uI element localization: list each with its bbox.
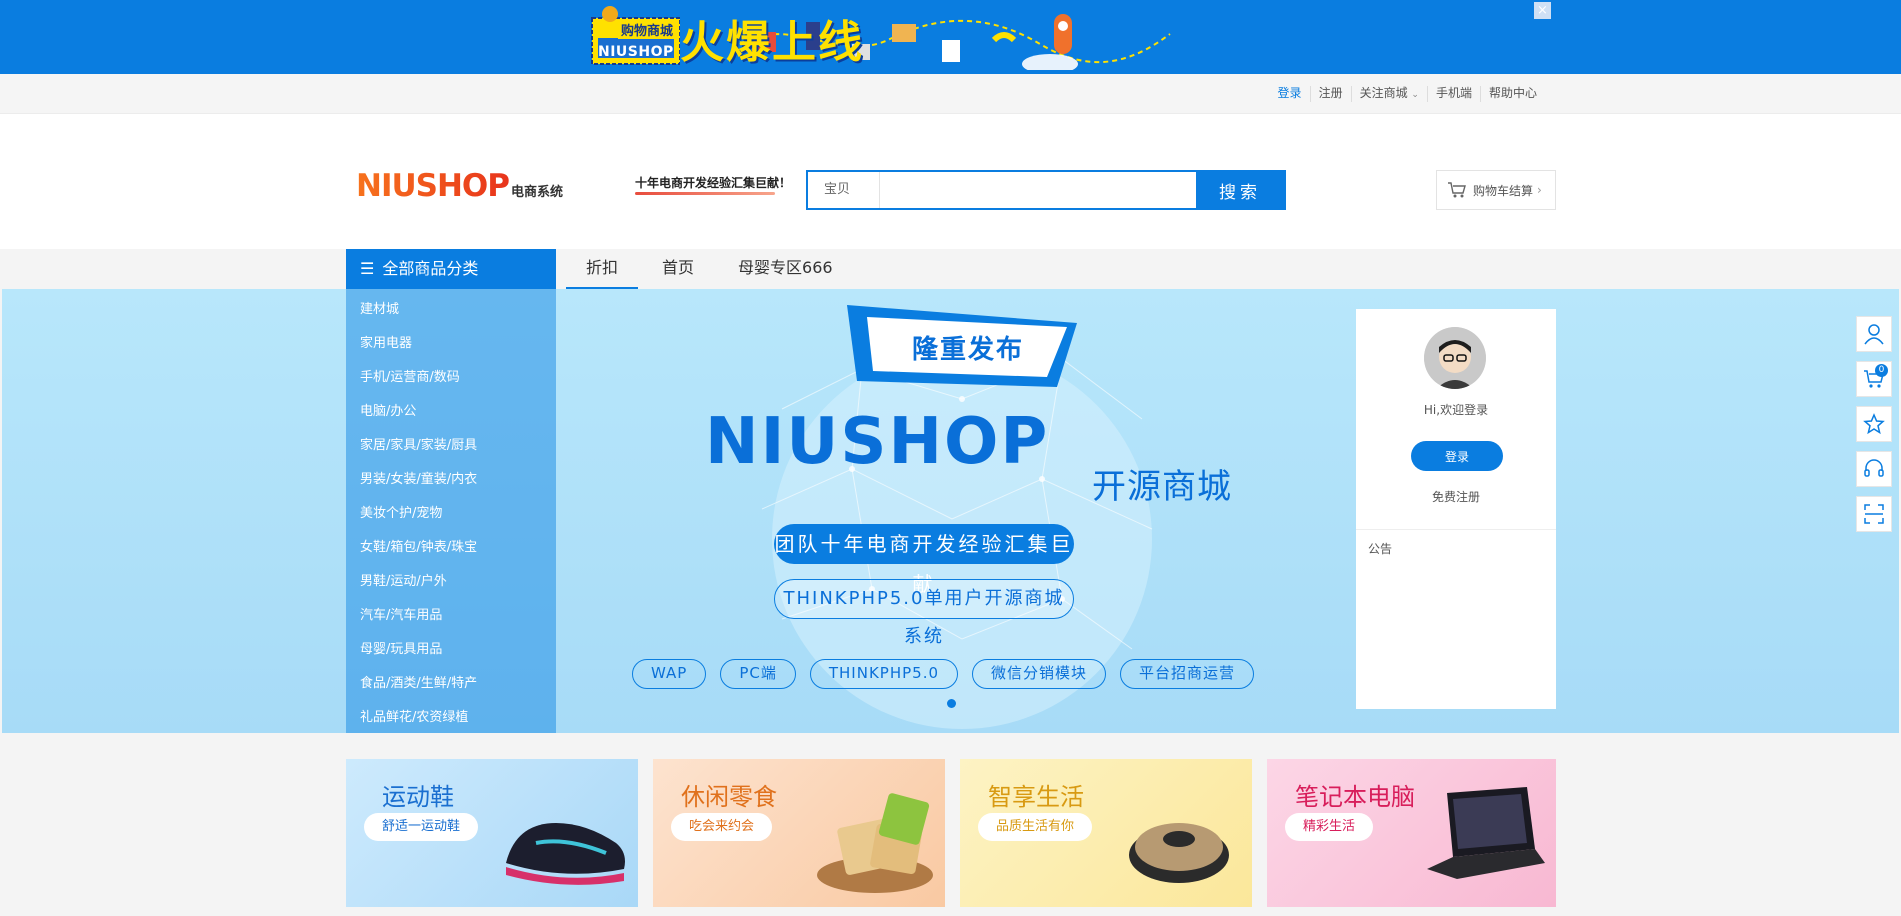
star-icon bbox=[1863, 413, 1885, 435]
promo-title: 休闲零食 bbox=[681, 783, 777, 811]
cart-count-badge: 0 bbox=[1875, 364, 1888, 377]
hero-chip: PC端 bbox=[720, 659, 796, 689]
header-slogan: 十年电商开发经验汇集巨献！ bbox=[635, 176, 792, 190]
user-avatar-icon bbox=[1424, 327, 1486, 389]
hero-tag-text: 隆重发布 bbox=[912, 335, 1025, 365]
promo-card-smart-life[interactable]: 智享生活 品质生活有你 bbox=[960, 759, 1252, 907]
top-promo-banner[interactable]: 购物商城 NIUSHOP 火爆上线 × bbox=[0, 0, 1901, 74]
nav-follow-label: 关注商城 bbox=[1359, 86, 1408, 100]
tab-home[interactable]: 首页 bbox=[642, 249, 714, 289]
main-nav-tabs: 折扣 首页 母婴专区666 bbox=[566, 249, 857, 289]
promo-banner-close-button[interactable]: × bbox=[1534, 2, 1551, 19]
user-icon bbox=[1864, 324, 1884, 345]
avatar bbox=[1424, 327, 1486, 389]
site-header: NIUSHOP 电商系统 十年电商开发经验汇集巨献！ 宝贝 搜索 购物车结算 › bbox=[0, 114, 1901, 249]
scan-icon bbox=[1864, 504, 1884, 524]
cart-checkout-label: 购物车结算 bbox=[1473, 183, 1534, 198]
welcome-text: Hi,欢迎登录 bbox=[1423, 403, 1489, 417]
promo-title: 笔记本电脑 bbox=[1295, 783, 1415, 811]
hero-carousel[interactable]: 建材城 家用电器 手机/运营商/数码 电脑/办公 家居/家具/家装/厨具 男装/… bbox=[2, 289, 1899, 733]
slogan-underline bbox=[635, 192, 775, 195]
promo-tag: 精彩生活 bbox=[1285, 813, 1374, 841]
hero-subtitle: 开源商城 bbox=[1092, 467, 1232, 507]
search-bar: 宝贝 搜索 bbox=[806, 170, 1286, 210]
category-item[interactable]: 建材城 bbox=[346, 293, 556, 327]
hero-pill-outline: THINKPHP5.0单用户开源商城系统 bbox=[774, 579, 1074, 647]
promo-tag: 品质生活有你 bbox=[978, 813, 1093, 841]
chevron-down-icon: ⌄ bbox=[1411, 90, 1419, 100]
category-item[interactable]: 手机/运营商/数码 bbox=[346, 361, 556, 395]
promo-banner-headline: 火爆上线 bbox=[680, 17, 864, 68]
hero-feature-chips: WAP PC端 THINKPHP5.0 微信分销模块 平台招商运营 bbox=[632, 659, 1268, 689]
category-item[interactable]: 电脑/办公 bbox=[346, 395, 556, 429]
category-item[interactable]: 男鞋/运动/户外 bbox=[346, 565, 556, 599]
category-item[interactable]: 家用电器 bbox=[346, 327, 556, 361]
promo-tag: 吃会来约会 bbox=[671, 813, 773, 841]
search-type-selector[interactable]: 宝贝 bbox=[808, 172, 880, 208]
search-input[interactable] bbox=[880, 172, 1196, 208]
category-item[interactable]: 美妆个护/宠物 bbox=[346, 497, 556, 531]
nav-follow-dropdown[interactable]: 关注商城 ⌄ bbox=[1350, 86, 1427, 102]
promo-card-snacks[interactable]: 休闲零食 吃会来约会 bbox=[653, 759, 945, 907]
tab-baby-zone[interactable]: 母婴专区666 bbox=[718, 249, 853, 289]
notice-title: 公告 bbox=[1368, 542, 1393, 556]
robot-vacuum-image-icon bbox=[1129, 823, 1229, 883]
scan-qr-button[interactable] bbox=[1856, 496, 1892, 532]
hero-chip: THINKPHP5.0 bbox=[809, 659, 959, 689]
hero-title: NIUSHOP bbox=[705, 405, 1050, 479]
logo-subtext: 电商系统 bbox=[511, 185, 564, 200]
category-item[interactable]: 礼品鲜花/农资绿植 bbox=[346, 701, 556, 733]
customer-service-button[interactable] bbox=[1856, 451, 1892, 487]
headset-icon bbox=[1864, 459, 1884, 477]
hero-chip: 微信分销模块 bbox=[972, 659, 1107, 689]
user-center-button[interactable] bbox=[1856, 316, 1892, 352]
promo-card-laptop[interactable]: 笔记本电脑 精彩生活 bbox=[1267, 759, 1556, 907]
nav-mobile-link[interactable]: 手机端 bbox=[1426, 86, 1480, 102]
promo-banner-small-label: 购物商城 bbox=[618, 20, 677, 39]
promo-card-sneakers[interactable]: 运动鞋 舒适一运动鞋 bbox=[346, 759, 638, 907]
chevron-right-icon: › bbox=[1537, 183, 1542, 197]
category-item[interactable]: 母婴/玩具用品 bbox=[346, 633, 556, 667]
tab-discount[interactable]: 折扣 bbox=[566, 249, 639, 289]
site-logo[interactable]: NIUSHOP 电商系统 bbox=[356, 170, 563, 202]
search-button[interactable]: 搜索 bbox=[1196, 172, 1284, 208]
promo-title: 智享生活 bbox=[988, 783, 1084, 811]
sneaker-image-icon bbox=[506, 823, 625, 885]
nav-login-link[interactable]: 登录 bbox=[1270, 86, 1310, 102]
all-categories-header[interactable]: ☰ 全部商品分类 bbox=[346, 249, 556, 289]
carousel-indicator-dot[interactable] bbox=[947, 699, 956, 708]
nav-help-link[interactable]: 帮助中心 bbox=[1479, 86, 1545, 102]
all-categories-label: 全部商品分类 bbox=[382, 259, 479, 278]
cart-checkout-button[interactable]: 购物车结算 › bbox=[1436, 170, 1556, 210]
hero-pill-solid: 团队十年电商开发经验汇集巨献 bbox=[774, 524, 1074, 596]
toolbar-cart-button[interactable]: 0 bbox=[1856, 361, 1892, 397]
register-link[interactable]: 免费注册 bbox=[1356, 488, 1556, 505]
menu-icon: ☰ bbox=[360, 259, 375, 278]
promo-tag: 舒适一运动鞋 bbox=[364, 813, 479, 841]
hero-chip: 平台招商运营 bbox=[1120, 659, 1255, 689]
category-item[interactable]: 食品/酒类/生鲜/特产 bbox=[346, 667, 556, 701]
site-nav-bar: 登录 注册 关注商城 ⌄ 手机端 帮助中心 bbox=[0, 74, 1901, 114]
snack-image-icon bbox=[817, 793, 933, 893]
promo-banner-brand: NIUSHOP bbox=[598, 44, 674, 60]
login-button[interactable]: 登录 bbox=[1411, 441, 1503, 471]
category-item[interactable]: 汽车/汽车用品 bbox=[346, 599, 556, 633]
cart-icon bbox=[1448, 182, 1466, 198]
promo-title: 运动鞋 bbox=[382, 783, 454, 811]
category-item[interactable]: 家居/家具/家装/厨具 bbox=[346, 429, 556, 463]
right-toolbar: 0 bbox=[1856, 316, 1892, 541]
category-item[interactable]: 男装/女装/童装/内衣 bbox=[346, 463, 556, 497]
logo-text: NIUSHOP bbox=[356, 168, 510, 204]
favorites-button[interactable] bbox=[1856, 406, 1892, 442]
nav-register-link[interactable]: 注册 bbox=[1309, 86, 1351, 102]
laptop-image-icon bbox=[1427, 787, 1545, 879]
category-list: 建材城 家用电器 手机/运营商/数码 电脑/办公 家居/家具/家装/厨具 男装/… bbox=[346, 289, 556, 733]
site-nav-links: 登录 注册 关注商城 ⌄ 手机端 帮助中心 bbox=[1270, 86, 1545, 102]
user-login-panel: Hi,欢迎登录 登录 免费注册 公告 bbox=[1356, 309, 1556, 709]
category-item[interactable]: 女鞋/箱包/钟表/珠宝 bbox=[346, 531, 556, 565]
hero-chip: WAP bbox=[632, 659, 707, 689]
notice-section: 公告 bbox=[1356, 529, 1556, 567]
